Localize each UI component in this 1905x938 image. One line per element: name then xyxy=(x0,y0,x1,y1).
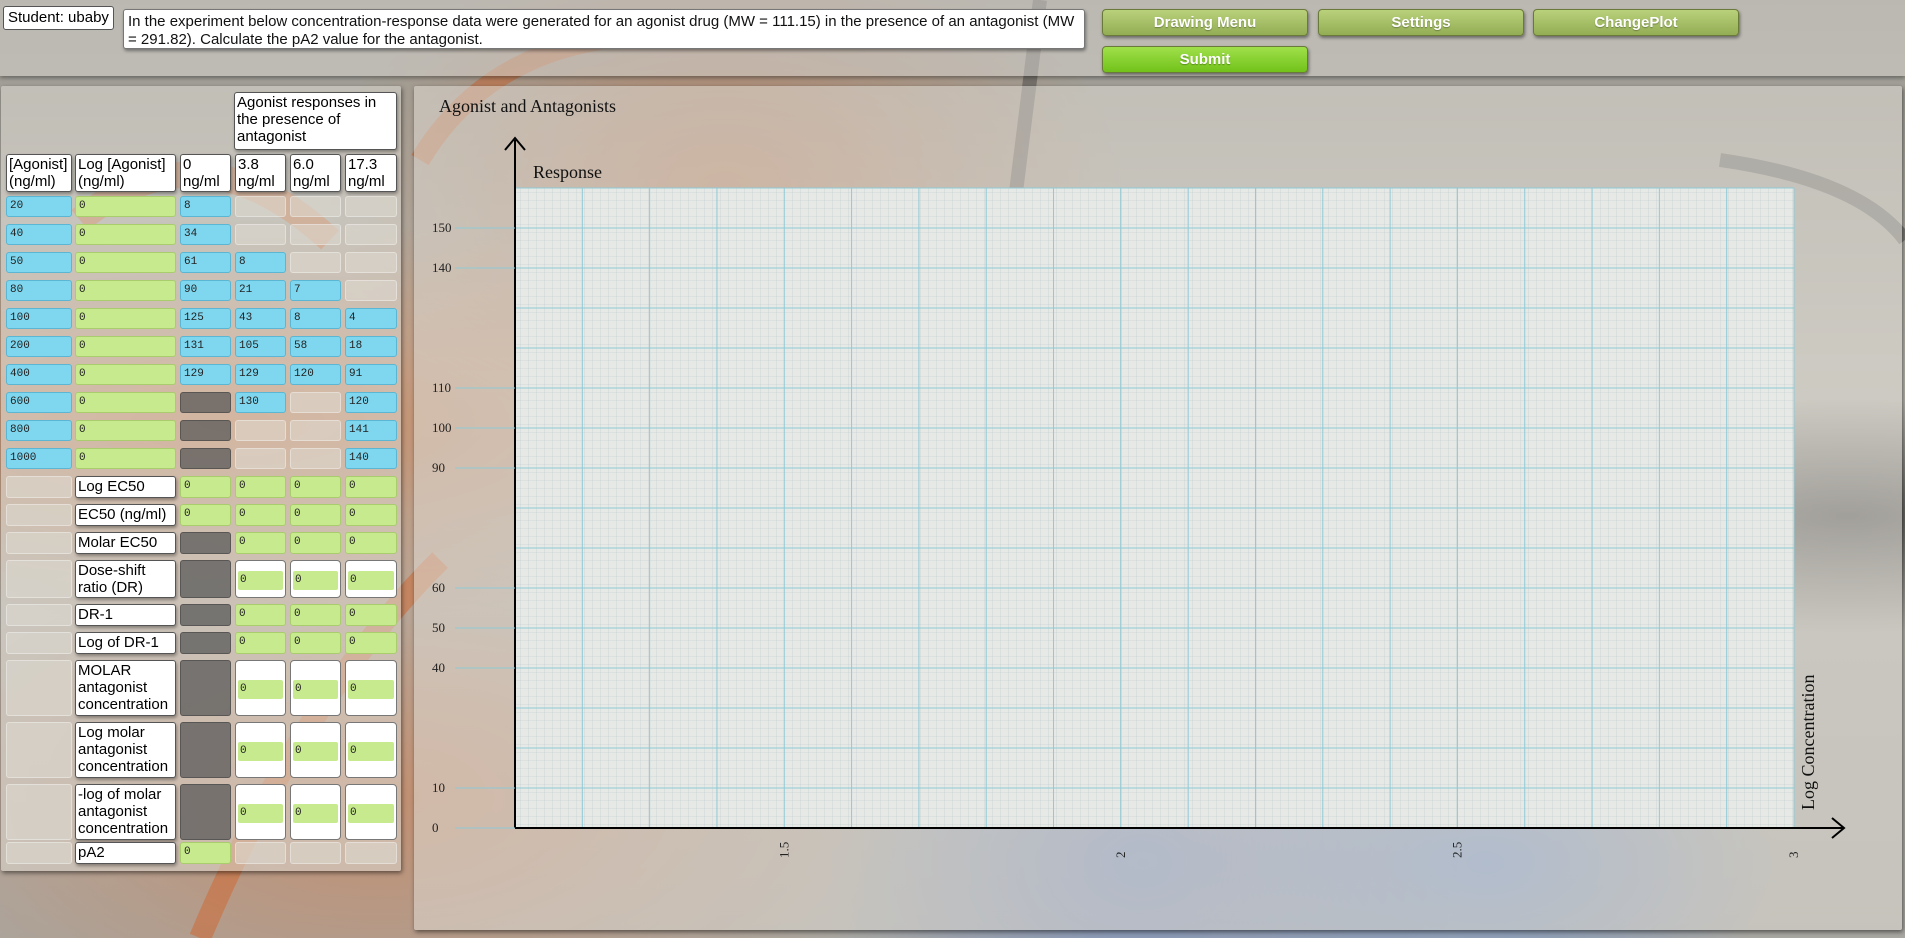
y-tick-label: 10 xyxy=(432,780,445,795)
y-tick-label: 90 xyxy=(432,460,445,475)
x-tick-label: 3 xyxy=(1786,852,1801,859)
y-tick-label: 0 xyxy=(432,820,439,835)
x-tick-labels: 1.5 2 2.5 3 xyxy=(776,842,1801,858)
y-tick-label: 110 xyxy=(432,380,451,395)
y-tick-label: 100 xyxy=(432,420,452,435)
y-tick-label: 40 xyxy=(432,660,445,675)
x-tick-label: 2 xyxy=(1113,852,1128,859)
y-axis-label: Response xyxy=(533,162,602,182)
x-tick-label: 2.5 xyxy=(1449,842,1464,858)
chart-canvas[interactable]: 0 10 40 50 60 90 100 110 140 150 1.5 2 2.5 3 Respons… xyxy=(0,0,1905,938)
x-tick-label: 1.5 xyxy=(776,842,791,858)
y-tick-labels: 0 10 40 50 60 90 100 110 140 150 xyxy=(432,220,515,835)
x-axis-label: Log Concentration xyxy=(1798,675,1818,810)
y-tick-label: 60 xyxy=(432,580,445,595)
y-tick-label: 140 xyxy=(432,260,452,275)
y-tick-label: 150 xyxy=(432,220,452,235)
y-tick-label: 50 xyxy=(432,620,445,635)
